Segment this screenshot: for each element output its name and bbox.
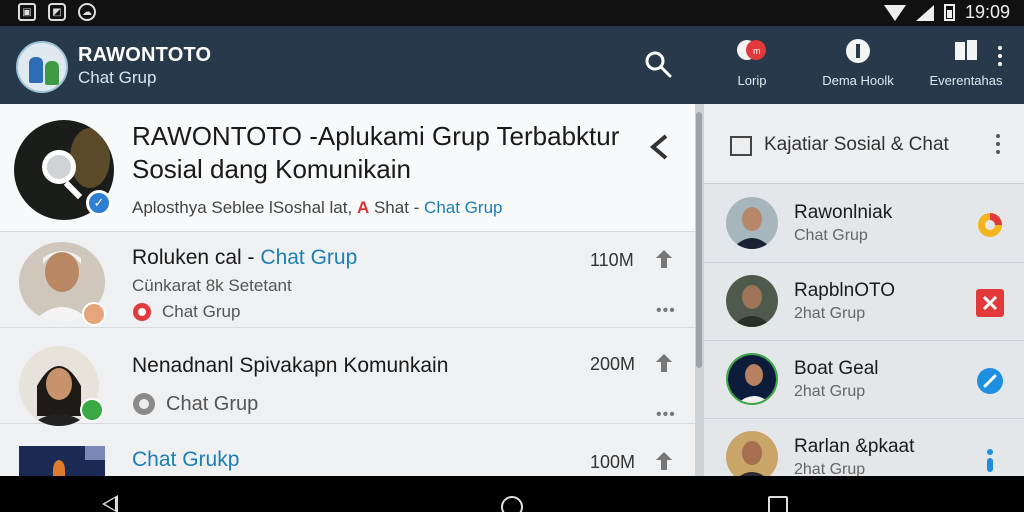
side-item-name: RapblnOTO bbox=[794, 280, 896, 301]
warning-icon: A bbox=[356, 198, 370, 217]
side-item-sub: 2hat Grup bbox=[794, 305, 866, 322]
share-arrow-icon[interactable] bbox=[656, 250, 672, 268]
side-item[interactable]: Boat Geal 2hat Grup bbox=[704, 341, 1024, 419]
more-vert-icon[interactable] bbox=[992, 46, 1008, 70]
avatar bbox=[726, 353, 778, 405]
featured-item[interactable]: ✓ RAWONTOTO -Aplukami Grup Terbabktur So… bbox=[0, 104, 697, 232]
chat-bubble-icon bbox=[133, 303, 151, 321]
row-title: Chat Grukp bbox=[132, 448, 239, 472]
action-label: Lorip bbox=[737, 73, 767, 88]
side-panel-header: Kajatiar Sosial & Chat bbox=[704, 104, 1024, 184]
avatar bbox=[726, 197, 778, 249]
row-tag: Chat Grup bbox=[132, 392, 258, 416]
home-icon[interactable] bbox=[501, 496, 523, 512]
action-label: Dema Hoolk bbox=[822, 73, 894, 88]
info-icon[interactable] bbox=[976, 445, 1004, 473]
side-panel-title: Kajatiar Sosial & Chat bbox=[764, 134, 949, 155]
list-item[interactable]: Roluken cal - Chat Grup Cünkarat 8k Sete… bbox=[0, 232, 697, 328]
info-icon bbox=[846, 39, 870, 63]
side-panel: Kajatiar Sosial & Chat Rawonlniak Chat G… bbox=[704, 104, 1024, 483]
action-label: Everentahas bbox=[929, 73, 1003, 88]
list-item[interactable]: Nenadnanl Spivakapn Komunkain Chat Grup … bbox=[0, 328, 697, 426]
signal-icon bbox=[915, 4, 934, 21]
scrollbar[interactable] bbox=[695, 104, 704, 476]
list-item[interactable]: Chat Grukp 100M bbox=[0, 424, 697, 476]
verified-check-icon: ✓ bbox=[86, 190, 112, 216]
row-size: 200M bbox=[590, 354, 636, 374]
magnifier-icon bbox=[42, 150, 76, 184]
edit-icon[interactable] bbox=[976, 367, 1004, 395]
row-title: Roluken cal - Chat Grup bbox=[132, 246, 357, 270]
chat-list: ✓ RAWONTOTO -Aplukami Grup Terbabktur So… bbox=[0, 104, 697, 476]
more-icon[interactable]: ••• bbox=[656, 302, 676, 320]
row-size: 110M bbox=[590, 250, 634, 270]
action-dema-hoolk-button[interactable]: Dema Hoolk bbox=[808, 38, 908, 88]
app-title: RAWONTOTO bbox=[78, 44, 212, 66]
side-item-name: Rawonlniak bbox=[794, 202, 893, 223]
app-avatar[interactable] bbox=[16, 41, 68, 93]
app-bar: RAWONTOTO Chat Grup m Lorip Dema Hoolk E… bbox=[0, 26, 1024, 104]
book-icon bbox=[955, 40, 977, 60]
side-item-sub: 2hat Grup bbox=[794, 383, 866, 400]
row-size: 100M bbox=[590, 452, 636, 472]
search-icon[interactable] bbox=[644, 50, 672, 78]
wifi-icon bbox=[883, 4, 906, 21]
camera-icon bbox=[133, 393, 155, 415]
featured-meta-prefix: Aplosthya Seblee lSoshal lat, bbox=[132, 198, 353, 217]
online-badge bbox=[80, 398, 104, 422]
row-title-link[interactable]: Chat Grup bbox=[260, 246, 357, 269]
status-time: 19:09 bbox=[964, 2, 1010, 22]
row-tag-label: Chat Grup bbox=[162, 302, 241, 321]
side-item[interactable]: Rawonlniak Chat Grup bbox=[704, 185, 1024, 263]
status-bar: ▣ ◩ ☁ 19:09 bbox=[0, 0, 1024, 26]
cloud-icon: ☁ bbox=[78, 3, 96, 21]
featured-title: RAWONTOTO -Aplukami Grup Terbabktur Sosi… bbox=[132, 121, 620, 184]
featured-meta: Aplosthya Seblee lSoshal lat, A Shat - C… bbox=[132, 198, 502, 218]
row-subtitle: Cünkarat 8k Setetant bbox=[132, 276, 292, 295]
share-arrow-icon[interactable] bbox=[656, 452, 672, 470]
side-item-name: Rarlan &pkaat bbox=[794, 436, 915, 457]
swirl-icon[interactable] bbox=[976, 211, 1004, 239]
row-title-link[interactable]: Chat Grukp bbox=[132, 448, 239, 471]
side-item-name: Boat Geal bbox=[794, 358, 879, 379]
navigation-bar bbox=[0, 476, 1024, 512]
app-subtitle: Chat Grup bbox=[78, 68, 157, 87]
more-vert-icon[interactable] bbox=[994, 134, 1002, 158]
side-item[interactable]: RapblnOTO 2hat Grup bbox=[704, 263, 1024, 341]
chevron-left-icon[interactable] bbox=[648, 132, 670, 162]
svg-text:m: m bbox=[753, 46, 761, 56]
close-square-icon[interactable] bbox=[976, 289, 1004, 317]
share-arrow-icon[interactable] bbox=[656, 354, 672, 372]
avatar bbox=[726, 275, 778, 327]
battery-icon bbox=[943, 4, 955, 21]
more-icon[interactable]: ••• bbox=[656, 406, 676, 424]
row-tag-label: Chat Grup bbox=[166, 392, 259, 415]
chat-bubble-icon: m bbox=[737, 40, 766, 60]
status-badge bbox=[82, 302, 106, 326]
screenshot-icon: ▣ bbox=[18, 3, 36, 21]
gallery-icon: ◩ bbox=[48, 3, 66, 21]
row-title-text: Roluken cal - bbox=[132, 246, 255, 269]
featured-meta-link[interactable]: Chat Grup bbox=[424, 198, 502, 217]
back-icon[interactable] bbox=[102, 495, 118, 512]
row-title: Nenadnanl Spivakapn Komunkain bbox=[132, 354, 449, 377]
list-icon bbox=[730, 136, 752, 156]
recents-icon[interactable] bbox=[768, 496, 788, 512]
thumbnail bbox=[19, 446, 105, 476]
action-lorip-button[interactable]: m Lorip bbox=[702, 38, 802, 88]
featured-meta-middle: Shat - bbox=[373, 198, 420, 217]
row-tag: Chat Grup bbox=[132, 302, 240, 322]
side-item-sub: Chat Grup bbox=[794, 227, 868, 244]
